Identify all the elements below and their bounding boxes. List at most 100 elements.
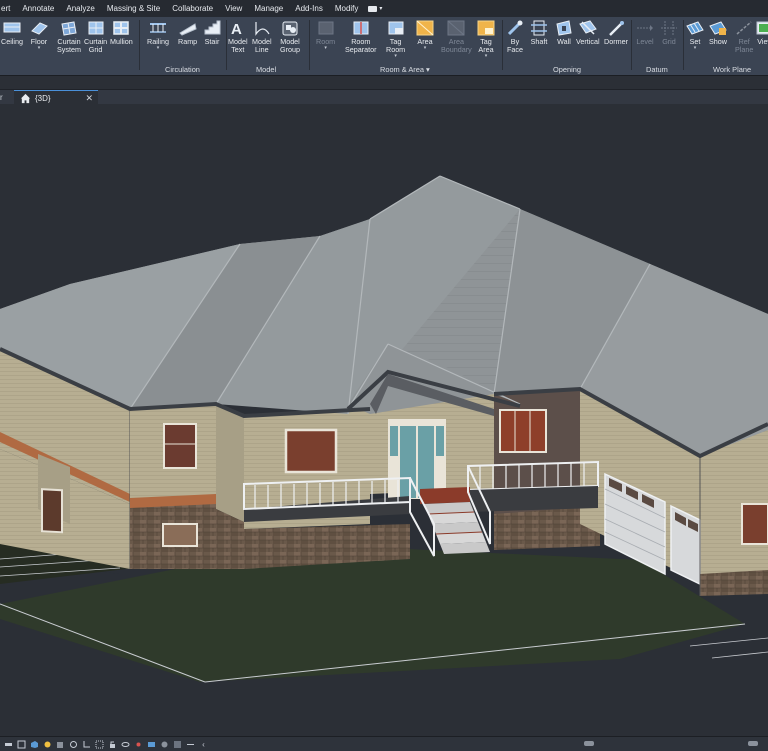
menu-manage[interactable]: Manage [248,4,289,13]
previous-view-tab[interactable]: r [0,90,6,105]
panel-divider [502,20,503,70]
panel-divider [683,20,684,70]
analytical-model-icon[interactable] [160,740,169,749]
show-work-plane-icon [709,19,727,36]
level-label: Level [636,37,654,46]
room-separator-button[interactable]: Room Separator [345,19,377,54]
panel-divider [631,20,632,70]
model-text-icon: A [229,19,247,36]
curtain-grid-button[interactable]: Curtain Grid [84,19,107,54]
curtain-system-label-2: System [57,45,81,54]
area-boundary-icon [447,19,465,36]
view-tab-3d[interactable]: {3D} ✕ [14,90,98,105]
shaft-button[interactable]: Shaft [530,19,548,46]
chevron-down-icon: ▾ [156,45,160,51]
crop-region-icon[interactable] [95,740,104,749]
dormer-button[interactable]: Dormer [604,19,628,46]
reveal-hidden-icon[interactable] [134,740,143,749]
panel-divider [139,20,140,70]
ribbon: Ceiling Floor ▾ Curtain System Curtain G… [0,17,768,76]
by-face-button[interactable]: By Face [506,19,524,54]
stair-label: Stair [204,37,220,46]
worksharing-icon[interactable] [147,740,156,749]
ref-plane-icon [735,19,753,36]
close-icon[interactable]: ✕ [85,93,93,104]
horizontal-scrollbar-thumb[interactable] [584,741,594,746]
unlocked-3d-view-icon[interactable] [108,740,117,749]
area-boundary-button[interactable]: Area Boundary [441,19,472,54]
highlight-displacement-icon[interactable] [173,740,182,749]
panel-divider [309,20,310,70]
room-icon [317,19,335,36]
reveal-constraints-icon[interactable] [186,740,195,749]
railing-button[interactable]: Railing ▾ [147,19,169,51]
view-tab-label: {3D} [35,93,51,103]
ceiling-button[interactable]: Ceiling [1,19,23,46]
tag-room-icon [387,19,405,36]
level-button[interactable]: Level [636,19,654,46]
area-button[interactable]: Area ▾ [416,19,434,51]
chevron-down-icon: ▾ [37,45,41,51]
vertical-opening-icon [578,19,597,36]
area-icon [416,19,434,36]
ramp-label: Ramp [178,37,198,46]
ref-plane-button[interactable]: Ref Plane [735,19,753,54]
detail-level-icon[interactable] [17,740,26,749]
chevron-down-icon: ▾ [693,45,697,51]
floor-button[interactable]: Floor ▾ [30,19,48,51]
crop-view-icon[interactable] [82,740,91,749]
shaft-icon [530,19,548,36]
model-line-button[interactable]: Model Line [252,19,272,54]
vertical-opening-button[interactable]: Vertical [576,19,600,46]
3d-viewport[interactable] [0,104,768,736]
tag-area-button[interactable]: Tag Area ▾ [477,19,495,59]
model-group-button[interactable]: Model Group [280,19,300,54]
front-walls [130,384,600,569]
shadows-icon[interactable] [56,740,65,749]
room-separator-icon [352,19,370,36]
model-text-button[interactable]: A Model Text [228,19,248,54]
tag-room-button[interactable]: Tag Room ▾ [386,19,405,59]
menu-view[interactable]: View [219,4,248,13]
panel-title-opening: Opening [553,65,581,74]
horizontal-scrollbar-thumb-right[interactable] [748,741,758,746]
menu-insert[interactable]: ert [0,4,16,13]
ceiling-icon [3,19,21,36]
model-text-label-2: Text [231,45,245,54]
visual-style-icon[interactable] [30,740,39,749]
chevron-down-icon: ▾ [423,45,427,51]
ramp-button[interactable]: Ramp [178,19,197,46]
menu-analyze[interactable]: Analyze [60,4,100,13]
camera-dropdown[interactable]: ▾ [364,5,386,12]
menu-modify[interactable]: Modify [329,4,365,13]
curtain-system-button[interactable]: Curtain System [57,19,81,54]
menu-annotate[interactable]: Annotate [16,4,60,13]
mullion-icon [112,19,130,36]
chevron-left-icon[interactable]: ‹ [199,740,208,749]
set-work-plane-icon [686,19,704,36]
menu-collaborate[interactable]: Collaborate [166,4,219,13]
ceiling-label: Ceiling [1,37,23,46]
show-work-plane-button[interactable]: Show [709,19,727,46]
viewer-button[interactable]: View [756,19,768,46]
wall-opening-button[interactable]: Wall [555,19,573,46]
menu-massing-site[interactable]: Massing & Site [101,4,166,13]
menu-add-ins[interactable]: Add-Ins [289,4,329,13]
house-3d-model[interactable] [0,104,768,736]
stair-button[interactable]: Stair [203,19,221,46]
wall-opening-icon [555,19,573,36]
viewer-label: View [757,37,768,46]
dormer-label: Dormer [604,37,628,46]
temporary-hide-icon[interactable] [121,740,130,749]
panel-title-datum: Datum [646,65,668,74]
ramp-icon [178,19,197,36]
scale-icon[interactable] [4,740,13,749]
sun-path-icon[interactable] [43,740,52,749]
room-button[interactable]: Room ▾ [316,19,335,51]
mullion-button[interactable]: Mullion [110,19,133,46]
grid-button[interactable]: Grid [660,19,678,46]
panel-divider [226,20,227,70]
panel-title-room-area[interactable]: Room & Area ▾ [380,65,430,74]
show-rendering-icon[interactable] [69,740,78,749]
set-work-plane-button[interactable]: Set ▾ [686,19,704,51]
